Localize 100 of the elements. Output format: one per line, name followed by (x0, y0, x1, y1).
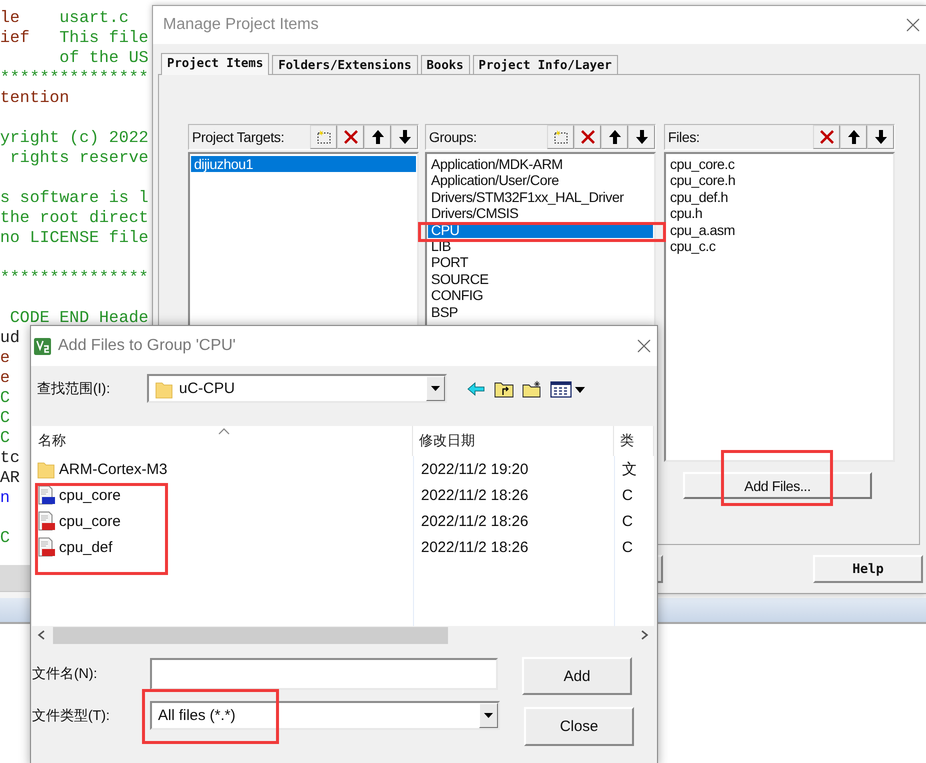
code-text: ief (0, 28, 31, 48)
view-menu-icon[interactable] (550, 380, 586, 398)
new-item-icon (552, 128, 570, 146)
code-text: AR (0, 468, 20, 488)
code-text: le (0, 8, 21, 28)
toolbar-button[interactable] (840, 125, 867, 149)
file-type-dropdown[interactable]: All files (*.*) (150, 701, 500, 730)
list-item[interactable]: Application/MDK-ARM (428, 156, 653, 172)
list-item[interactable]: cpu_c.c (667, 238, 892, 254)
close-icon[interactable] (637, 339, 651, 353)
code-text: yright (c) 2022 (0, 128, 149, 148)
toolbar-button[interactable] (364, 125, 391, 149)
add-files-button[interactable]: Add Files... (683, 472, 872, 499)
delete-icon (818, 128, 836, 146)
file-name-cell[interactable]: cpu_core (32, 508, 413, 534)
list-label: Groups: (429, 129, 477, 145)
list-item[interactable]: SOURCE (428, 270, 653, 288)
code-text: s software is l (0, 188, 149, 208)
field-label: 文件名(N): (32, 664, 98, 683)
list-item[interactable]: cpu_def.h (667, 188, 892, 206)
file-name-field[interactable] (150, 658, 498, 690)
file-name: cpu_core (59, 486, 121, 504)
list-label: Project Targets: (192, 129, 284, 145)
sort-caret-icon (218, 428, 230, 435)
code-text: e (0, 368, 10, 388)
list-item[interactable]: CONFIG (428, 287, 653, 304)
file-name-cell[interactable]: cpu_core (32, 482, 413, 508)
column-header[interactable]: 名称 (32, 426, 413, 456)
file-icon (36, 485, 56, 505)
new-folder-icon[interactable] (522, 380, 542, 398)
up-folder-icon[interactable] (494, 380, 514, 398)
help-button[interactable]: Help (813, 555, 923, 583)
code-text: of the US (58, 48, 149, 68)
date-cell-text: 2022/11/2 18:26 (420, 538, 530, 558)
look-in-dropdown[interactable]: uC-CPU (147, 374, 447, 403)
code-text: rights reserve (8, 148, 149, 168)
list-item[interactable]: Drivers/CMSIS (428, 205, 653, 222)
file-icon (36, 511, 56, 531)
toolbar-button[interactable] (628, 125, 655, 149)
list-item[interactable]: PORT (428, 254, 653, 271)
tab[interactable]: Books (420, 55, 470, 74)
code-text: no LICENSE file (0, 228, 149, 248)
date-cell-text: 2022/11/2 19:20 (420, 460, 530, 480)
code-text: C (0, 428, 10, 448)
add-button[interactable]: Add (522, 657, 632, 695)
delete-icon (342, 128, 360, 146)
list-item[interactable]: dijiuzhou1 (191, 156, 416, 172)
date-cell-text: 2022/11/2 18:26 (420, 512, 530, 532)
toolbar-button[interactable] (547, 125, 574, 149)
file-name: ARM-Cortex-M3 (59, 460, 168, 478)
field-label: 查找范围(I): (36, 380, 112, 398)
toolbar-button[interactable] (310, 125, 337, 149)
list-item[interactable]: BSP (428, 304, 653, 320)
type-cell-text: 文 (621, 460, 638, 480)
list-item[interactable]: cpu.h (667, 205, 892, 222)
code-text: CODE END Heade (8, 308, 149, 328)
list-item[interactable]: cpu_core.h (667, 172, 892, 189)
toolbar-button[interactable] (867, 125, 894, 149)
window-title: Add Files to Group 'CPU' (58, 337, 236, 355)
file-name: cpu_core (59, 512, 121, 530)
code-text: ud (0, 328, 20, 348)
code-text: tc (0, 448, 20, 468)
code-text: the root direct (0, 208, 149, 228)
back-arrow-icon[interactable] (466, 380, 486, 398)
column-header[interactable]: 修改日期 (413, 426, 614, 456)
close-icon[interactable] (906, 18, 920, 32)
type-cell-text: C (621, 512, 634, 532)
code-text: tention (0, 88, 70, 108)
code-text: e (0, 348, 10, 368)
code-text: n (0, 488, 10, 508)
dropdown-value: All files (*.*) (158, 707, 236, 724)
code-text: *************** (0, 268, 149, 288)
dropdown-value: uC-CPU (179, 380, 235, 397)
new-item-icon (314, 128, 332, 146)
delete-icon (578, 128, 596, 146)
window-title: Manage Project Items (163, 16, 319, 34)
list-item[interactable]: cpu_core.c (667, 156, 892, 172)
tab[interactable]: Project Info/Layer (472, 55, 618, 74)
type-cell-text: C (621, 486, 634, 506)
list-item[interactable]: cpu_a.asm (667, 222, 892, 238)
code-text: usart.c (59, 8, 129, 28)
tab[interactable]: Folders/Extensions (272, 55, 418, 74)
toolbar-button[interactable] (601, 125, 628, 149)
code-text: C (0, 388, 10, 408)
close-button[interactable]: Close (524, 707, 634, 746)
scroll-thumb[interactable] (53, 626, 448, 644)
column-header[interactable]: 类 (614, 426, 654, 456)
field-label: 文件类型(T): (32, 706, 111, 725)
list-label: Files: (668, 129, 700, 145)
file-name-cell[interactable]: cpu_def (32, 534, 413, 560)
file-name-cell[interactable]: ARM-Cortex-M3 (32, 456, 413, 482)
toolbar-button[interactable] (391, 125, 418, 149)
horizontal-scrollbar[interactable] (32, 626, 654, 644)
list-item[interactable]: Drivers/STM32F1xx_HAL_Driver (428, 188, 653, 206)
list-item[interactable]: Application/User/Core (428, 172, 653, 189)
file-name: cpu_def (59, 538, 112, 556)
type-cell-text: C (621, 538, 634, 558)
code-text: C (0, 408, 10, 428)
file-icon (36, 537, 56, 557)
tab[interactable]: Project Items (161, 53, 270, 75)
